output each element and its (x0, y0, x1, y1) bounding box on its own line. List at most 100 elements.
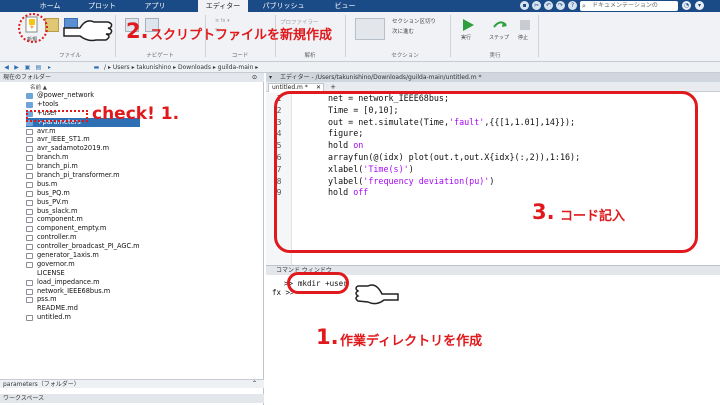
pointing-hand-icon (354, 276, 404, 312)
file-item[interactable]: avr.m (26, 127, 140, 136)
item-label: branch.m (37, 153, 69, 162)
details-bar[interactable]: parameters（フォルダー） (0, 379, 264, 388)
file-item[interactable]: avr_IEEE_ST1.m (26, 135, 140, 144)
tab-editor[interactable]: エディター (198, 0, 248, 12)
help-icon[interactable]: ? (568, 1, 577, 10)
details-label: parameters（フォルダー） (3, 381, 80, 388)
history-icon[interactable]: ▸ (45, 63, 54, 72)
details-toggle-icon[interactable]: ⌃ (252, 380, 257, 387)
folder-icon (26, 93, 33, 99)
stop-label: 停止 (518, 35, 529, 41)
cut-icon[interactable]: ✂ (532, 1, 541, 10)
breadcrumb-downloads[interactable]: Downloads (178, 64, 211, 71)
file-icon (26, 217, 33, 224)
item-label: controller.m (37, 233, 77, 242)
file-icon (26, 279, 33, 286)
item-label: bus_slack.m (37, 206, 78, 215)
up-folder-icon[interactable]: ▣ (23, 63, 32, 72)
item-label: pss.m (37, 295, 57, 304)
file-item[interactable]: avr_sadamoto2019.m (26, 144, 140, 153)
file-icon (26, 297, 33, 304)
file-item[interactable]: component_empty.m (26, 224, 140, 233)
file-item[interactable]: load_impedance.m (26, 278, 140, 287)
hand-drawing (63, 20, 113, 42)
folder-icon (26, 101, 33, 108)
workspace-label: ワークスペース (3, 395, 45, 402)
file-item[interactable]: network_IEEE68bus.m (26, 287, 140, 296)
file-item[interactable]: controller.m (26, 233, 140, 242)
item-label: component.m (37, 215, 83, 224)
file-icon (26, 164, 33, 171)
tab-home[interactable]: ホーム (30, 0, 70, 12)
divider (345, 15, 346, 57)
step3-label: コード記入 (560, 209, 626, 224)
file-item[interactable]: branch_pi_transformer.m (26, 171, 140, 180)
item-label: controller_broadcast_PI_AGC.m (37, 242, 140, 251)
undo-icon[interactable]: ↶ (544, 1, 553, 10)
current-folder-header: 現在のフォルダー (0, 73, 264, 82)
panel-menu-icon[interactable]: ⊙ (252, 74, 257, 81)
redo-icon[interactable]: ↷ (556, 1, 565, 10)
play-icon (463, 19, 474, 31)
account-icon[interactable]: ▾ (695, 1, 704, 10)
file-item[interactable]: branch_pi.m (26, 162, 140, 171)
item-label: LICENSE (37, 268, 65, 277)
breadcrumb-users[interactable]: Users (113, 64, 130, 71)
file-item[interactable]: component.m (26, 215, 140, 224)
file-icon (26, 137, 33, 144)
tab-apps[interactable]: アプリ (135, 0, 175, 12)
back-icon[interactable]: ◀ (2, 63, 11, 72)
run-label: 実行 (461, 35, 472, 41)
file-item[interactable]: controller_broadcast_PI_AGC.m (26, 242, 140, 251)
item-label: avr_sadamoto2019.m (37, 144, 110, 153)
file-item[interactable]: bus_PV.m (26, 198, 140, 207)
folder-item[interactable]: @power_network (26, 91, 140, 100)
file-item[interactable]: README.md (26, 304, 140, 313)
hand-drawing (355, 284, 399, 305)
documentation-search-input[interactable]: ⌕ ドキュメンテーションの (580, 1, 678, 11)
forward-icon[interactable]: ▶ (12, 63, 21, 72)
breadcrumb-user[interactable]: takunishino (137, 64, 172, 71)
notification-icon[interactable]: ◔ (682, 1, 691, 10)
step3-number: 3. (532, 200, 555, 224)
save-icon[interactable]: ▪ (520, 1, 529, 10)
run-and-advance-label[interactable]: 次に進む (392, 27, 414, 35)
current-folder-title: 現在のフォルダー (3, 74, 52, 81)
file-item[interactable]: LICENSE (26, 269, 140, 278)
file-item[interactable]: pss.m (26, 295, 140, 304)
folder-icon: ▬ (93, 64, 100, 71)
browse-folder-icon[interactable]: ▤ (34, 63, 43, 72)
navigate-group-label: ナビゲート (146, 53, 174, 59)
file-icon (26, 288, 33, 295)
tab-plot[interactable]: プロット (82, 0, 122, 12)
file-icon (26, 315, 33, 322)
tab-publish[interactable]: パブリッシュ (256, 0, 311, 12)
file-item[interactable]: bus_slack.m (26, 207, 140, 216)
item-label: load_impedance.m (37, 277, 100, 286)
file-item[interactable]: branch.m (26, 153, 140, 162)
section-break-label[interactable]: セクション区切り (392, 17, 436, 25)
step1-label: 作業ディレクトリを作成 (340, 334, 483, 349)
file-group-label: ファイル (58, 53, 81, 59)
run-section-button[interactable] (355, 18, 385, 40)
file-icon (26, 173, 33, 180)
item-label: avr_IEEE_ST1.m (37, 135, 90, 144)
item-label: bus.m (37, 179, 58, 188)
file-item[interactable]: governor.m (26, 260, 140, 269)
file-item[interactable]: bus_PQ.m (26, 189, 140, 198)
step2-label: スクリプトファイルを新規作成 (150, 28, 333, 43)
file-icon (26, 146, 33, 153)
breadcrumb-root[interactable]: / (104, 64, 106, 71)
file-icon (26, 261, 33, 268)
file-item[interactable]: generator_1axis.m (26, 251, 140, 260)
workspace-header[interactable]: ワークスペース (0, 394, 264, 403)
file-icon (26, 128, 33, 135)
tab-view[interactable]: ビュー (325, 0, 365, 12)
item-label: branch_pi.m (37, 162, 78, 171)
breadcrumb-guilda-main[interactable]: guilda-main (218, 64, 254, 71)
code-group-label: コード (231, 53, 249, 59)
file-item[interactable]: untitled.m (26, 313, 140, 322)
name-column-header[interactable]: 名前 ▲ (30, 83, 47, 91)
file-item[interactable]: bus.m (26, 180, 140, 189)
file-icon (26, 306, 33, 312)
